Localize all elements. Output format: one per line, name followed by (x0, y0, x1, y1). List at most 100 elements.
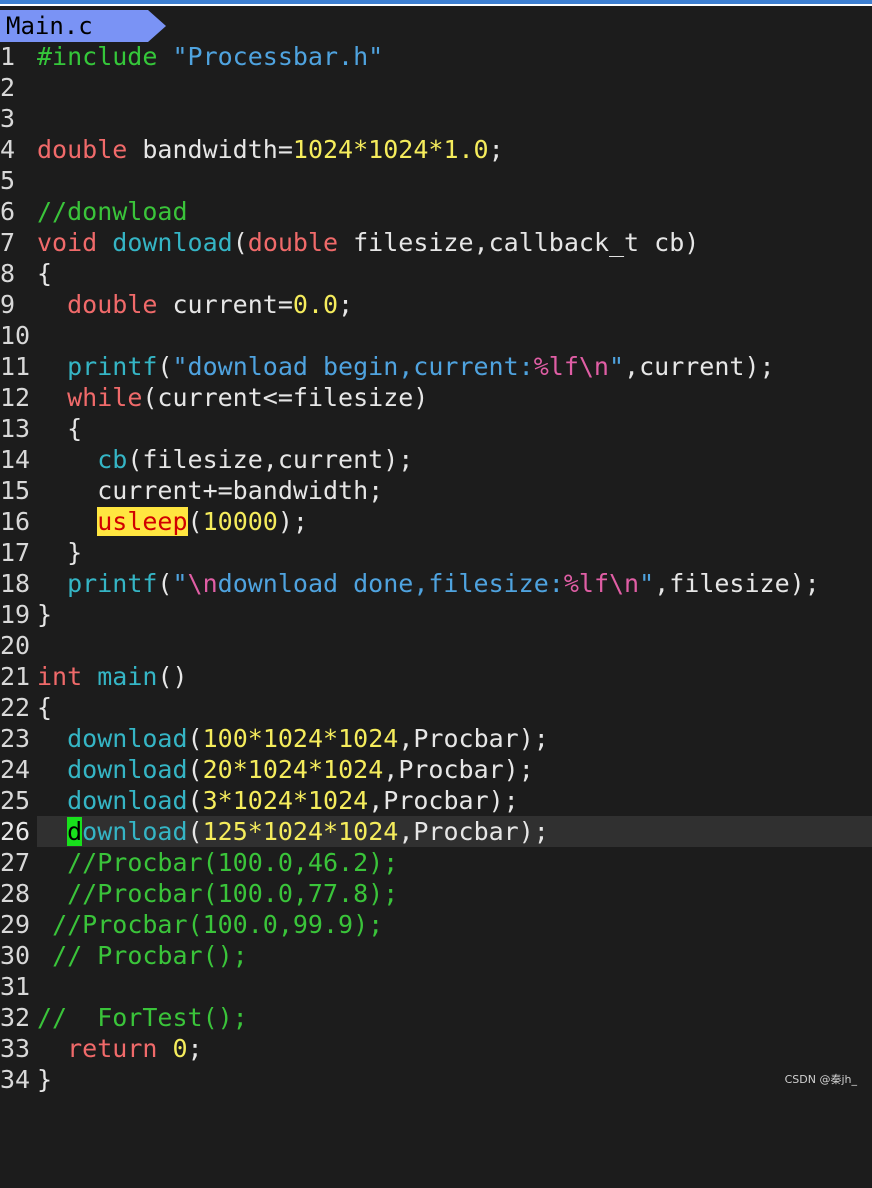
code-text: current= (157, 290, 293, 319)
line-number: 16 (0, 507, 31, 536)
line-number: 1 (0, 42, 16, 71)
line-number: 11 (0, 352, 31, 381)
number-literal: 10000 (202, 507, 278, 536)
comment: // ForTest(); (37, 1003, 248, 1032)
line-number: 25 (0, 786, 31, 815)
number-literal: 1024 (338, 724, 399, 753)
line-number: 21 (0, 662, 31, 691)
code-editor[interactable]: 1 #include "Processbar.h" 2 3 4 double b… (0, 41, 872, 1095)
tab-main-c[interactable]: Main.c (0, 10, 166, 42)
number-literal: 1024 (262, 817, 324, 846)
line-text: cb(filesize,current); (37, 444, 413, 475)
code-text: ( (232, 228, 248, 257)
line-text: //Procbar(100.0,77.8); (37, 878, 398, 909)
operator: * (323, 817, 339, 846)
search-highlight: usleep (97, 507, 188, 536)
function-name: cb (97, 445, 128, 474)
code-text: ( (187, 755, 203, 784)
line-number: 13 (0, 414, 31, 443)
comment: //Procbar(100.0,99.9); (52, 910, 384, 939)
line-text: { (37, 413, 82, 444)
comment: //Procbar(100.0,46.2); (67, 848, 399, 877)
number-literal: 1.0 (443, 135, 489, 164)
line-number: 24 (0, 755, 31, 784)
line-number: 7 (0, 228, 16, 257)
line-number: 8 (0, 259, 16, 288)
code-text: { (37, 259, 53, 288)
code-line: 17 } (0, 537, 872, 568)
number-literal: 1024 (262, 724, 324, 753)
function-name: download (67, 755, 188, 784)
line-number: 19 (0, 600, 31, 629)
line-number: 22 (0, 693, 31, 722)
code-line: 2 (0, 72, 872, 103)
escape-sequence: \n (187, 569, 218, 598)
code-line: 16 usleep(10000); (0, 506, 872, 537)
code-line: 33 return 0; (0, 1033, 872, 1064)
code-line: 30 // Procbar(); (0, 940, 872, 971)
format-specifier: %lf (563, 569, 609, 598)
format-specifier: %lf (533, 352, 579, 381)
function-name: download (112, 228, 233, 257)
code-line: 18 printf("\ndownload done,filesize:%lf\… (0, 568, 872, 599)
operator: * (232, 755, 248, 784)
code-text: ( (187, 507, 203, 536)
code-text: current+=bandwidth; (37, 476, 384, 505)
number-literal: 1024 (232, 786, 293, 815)
line-number: 10 (0, 321, 31, 350)
line-text: download(100*1024*1024,Procbar); (37, 723, 549, 754)
code-line: 20 (0, 630, 872, 661)
comment: //donwload (37, 197, 188, 226)
number-literal: 1024 (308, 786, 369, 815)
text-cursor[interactable]: d (67, 817, 83, 846)
code-text: bandwidth= (127, 135, 293, 164)
line-text: //Procbar(100.0,99.9); (37, 909, 383, 940)
line-text: current+=bandwidth; (37, 475, 383, 506)
line-number: 20 (0, 631, 31, 660)
line-number: 6 (0, 197, 16, 226)
line-number: 17 (0, 538, 31, 567)
line-text: double bandwidth=1024*1024*1.0; (37, 134, 504, 165)
number-literal: 1024 (323, 755, 384, 784)
function-name: download (67, 724, 188, 753)
line-text: download(20*1024*1024,Procbar); (37, 754, 534, 785)
code-text: ; (338, 290, 354, 319)
line-number: 29 (0, 910, 31, 939)
code-text: ); (277, 507, 308, 536)
code-line: 24 download(20*1024*1024,Procbar); (0, 754, 872, 785)
line-number: 12 (0, 383, 31, 412)
operator: * (428, 135, 444, 164)
code-text: () (157, 662, 188, 691)
string-literal: " (639, 569, 655, 598)
line-number: 32 (0, 1003, 31, 1032)
line-text: printf("\ndownload done,filesize:%lf\n",… (37, 568, 820, 599)
keyword: int (37, 662, 83, 691)
code-line: 7 void download(double filesize,callback… (0, 227, 872, 258)
code-text: filesize,callback_t cb) (338, 228, 700, 257)
code-text: } (37, 538, 83, 567)
code-text: ( (187, 786, 203, 815)
line-text: } (37, 1064, 52, 1095)
line-text: } (37, 537, 82, 568)
number-literal: 20 (202, 755, 233, 784)
operator: * (353, 135, 369, 164)
code-text: ,filesize); (654, 569, 820, 598)
code-text: ,current); (624, 352, 775, 381)
code-text: ( (157, 569, 173, 598)
code-line: 31 (0, 971, 872, 1002)
escape-sequence: \n (609, 569, 640, 598)
line-number: 23 (0, 724, 31, 753)
line-text: int main() (37, 661, 188, 692)
function-name: main (97, 662, 158, 691)
keyword: double (37, 135, 128, 164)
code-text: ,Procbar); (398, 724, 549, 753)
number-literal: 0.0 (292, 290, 339, 319)
code-text: } (37, 1065, 53, 1094)
